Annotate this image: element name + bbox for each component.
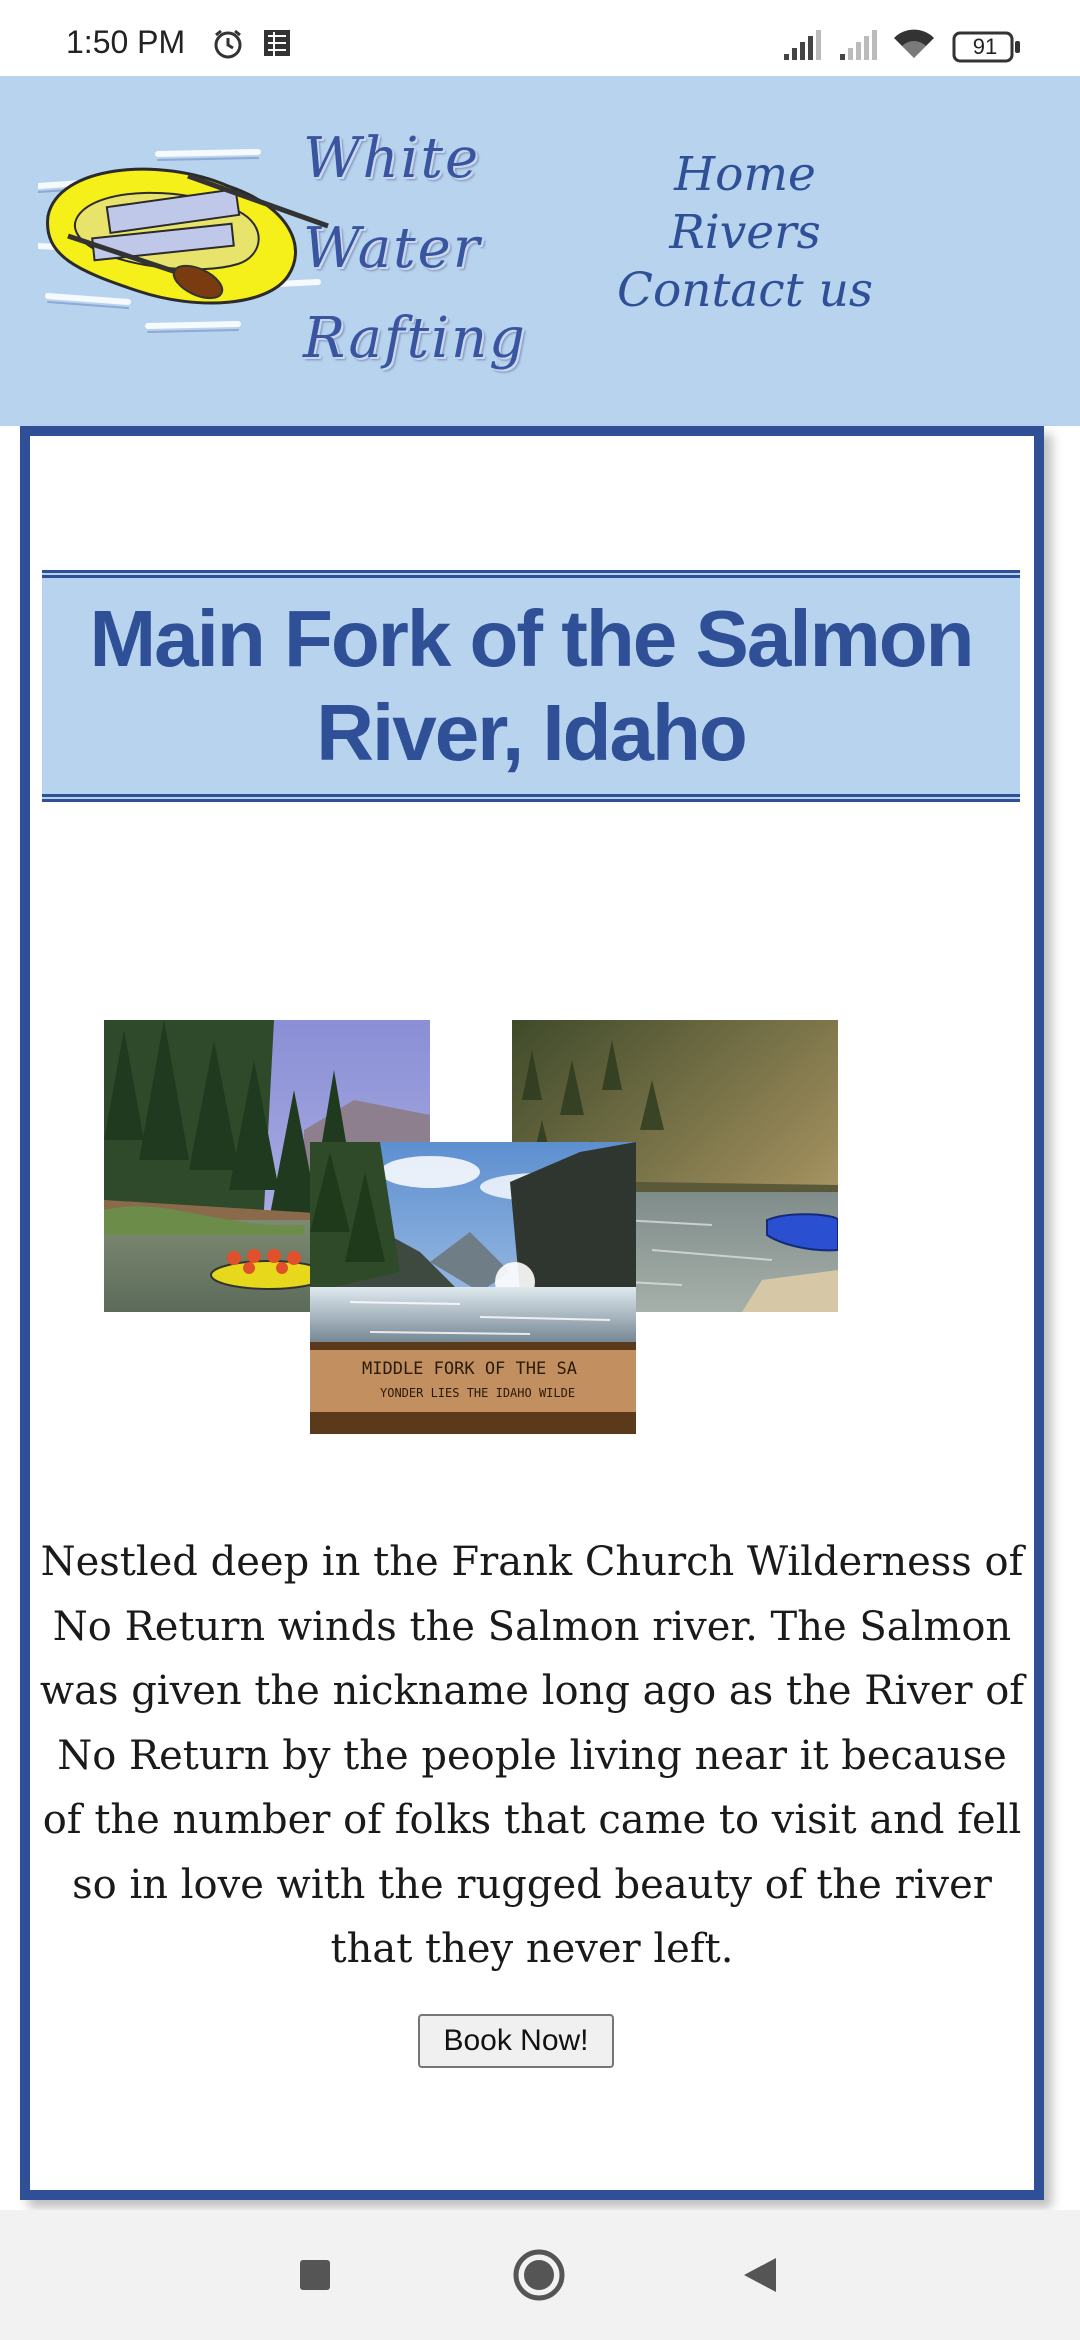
signal-icon [840,30,877,60]
book-now-button[interactable]: Book Now! [418,2014,614,2068]
nav-contact-link[interactable]: Contact us [600,262,890,320]
main-nav: Home Rivers Contact us [600,146,890,320]
site-logo[interactable]: White Water Rafting [38,106,538,376]
alarm-icon [214,29,242,59]
app-icon [264,30,290,56]
back-icon[interactable] [742,2256,778,2294]
river-photo-middle-fork-sign: MIDDLE FORK OF THE SA YONDER LIES THE ID… [310,1142,636,1434]
home-icon[interactable] [512,2248,566,2302]
signal-icon [784,30,821,60]
site-header: White Water Rafting Home Rivers Contact … [0,76,1080,426]
recents-icon[interactable] [298,2258,332,2292]
nav-rivers-link[interactable]: Rivers [600,204,890,262]
system-nav-bar [0,2210,1080,2340]
river-description: Nestled deep in the Frank Church Wildern… [39,1539,1025,1972]
battery-level: 91 [972,34,998,59]
nav-home-link[interactable]: Home [600,146,890,204]
status-bar: 1:50 PM 91 [0,0,1080,76]
status-time: 1:50 PM [66,24,186,60]
logo-word-white: White [303,126,481,191]
logo-word-water: Water [303,216,482,281]
sign-text-line1: MIDDLE FORK OF THE SA [362,1359,577,1379]
content-panel: Main Fork of the Salmon River, Idaho MID… [20,426,1044,2200]
sign-text-line2: YONDER LIES THE IDAHO WILDE [380,1386,575,1400]
logo-word-rafting: Rafting [303,306,527,371]
wifi-icon [894,29,934,58]
